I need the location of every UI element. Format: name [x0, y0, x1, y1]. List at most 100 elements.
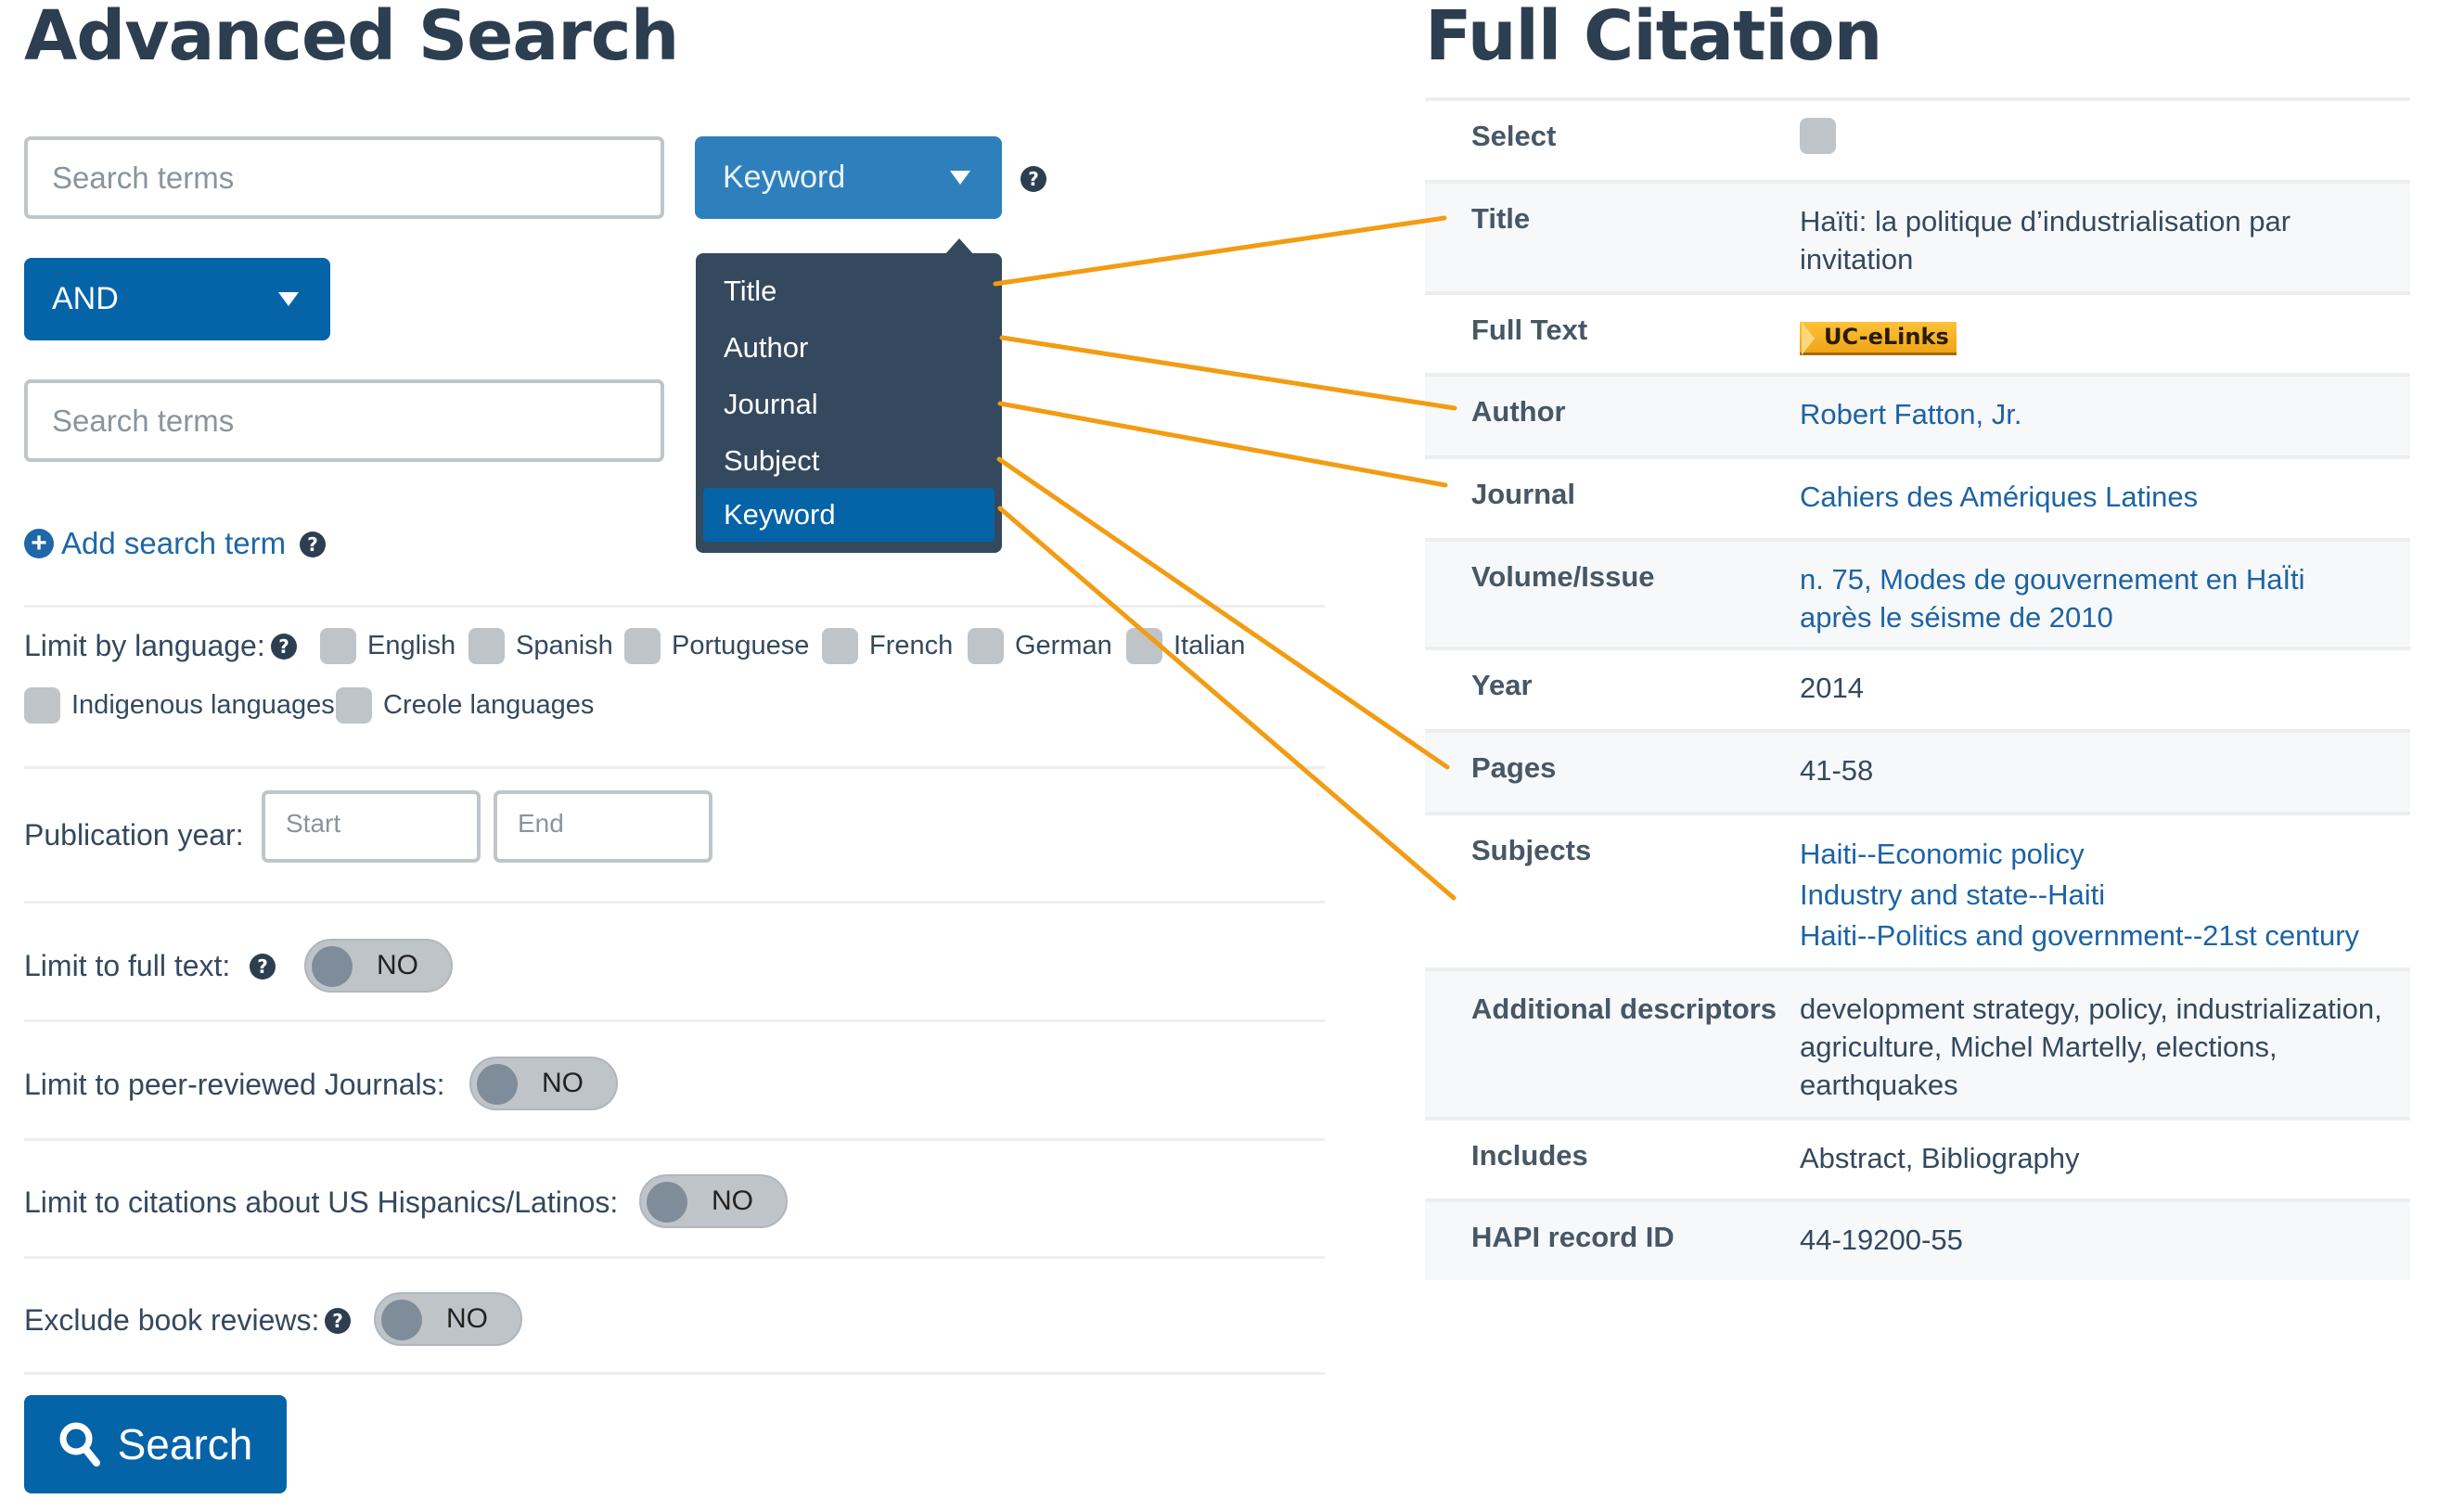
citation-row-author: Author Robert Fatton, Jr.	[1425, 373, 2410, 455]
divider	[24, 1256, 1325, 1259]
citation-key: Select	[1471, 120, 1557, 152]
toggle-state: NO	[712, 1185, 753, 1216]
uc-elinks-button[interactable]: UC-eLinks	[1800, 322, 1957, 355]
language-option-label: French	[869, 631, 954, 660]
field-select-value: Keyword	[723, 160, 846, 195]
citation-key: Full Text	[1471, 314, 1588, 346]
field-option-title[interactable]: Title	[703, 264, 995, 318]
citation-key: Additional descriptors	[1471, 993, 1777, 1025]
language-label: Limit by language:	[24, 629, 265, 662]
citation-row-journal: Journal Cahiers des Amériques Latines	[1425, 455, 2410, 538]
citation-value: development strategy, policy, industrial…	[1800, 993, 2382, 1101]
exclude-book-reviews-toggle[interactable]: NO	[374, 1292, 522, 1346]
language-option-label: Creole languages	[383, 690, 595, 720]
help-icon[interactable]: ?	[1020, 166, 1046, 192]
language-checkbox-indigenous[interactable]: Indigenous languages	[24, 687, 335, 724]
author-link[interactable]: Robert Fatton, Jr.	[1800, 395, 2382, 433]
checkbox[interactable]	[336, 687, 372, 724]
search-term-input-1[interactable]: Search terms	[24, 136, 664, 219]
language-checkbox-spanish[interactable]: Spanish	[468, 628, 613, 664]
search-button-label: Search	[117, 1420, 253, 1468]
field-option-subject[interactable]: Subject	[703, 434, 995, 488]
citation-key: Includes	[1471, 1139, 1588, 1172]
help-icon[interactable]: ?	[250, 954, 276, 980]
annotation-line-journal	[997, 401, 1448, 488]
citation-value: 2014	[1800, 672, 1864, 704]
subject-link[interactable]: Haiti--Economic policy	[1800, 834, 2382, 875]
field-select-dropdown[interactable]: Keyword	[695, 136, 1002, 219]
field-option-author[interactable]: Author	[703, 321, 995, 375]
citation-row-hapi-id: HAPI record ID 44-19200-55	[1425, 1198, 2410, 1280]
citation-key: Title	[1471, 202, 1531, 235]
citation-value: 44-19200-55	[1800, 1224, 1963, 1256]
search-term-input-2[interactable]: Search terms	[24, 379, 664, 462]
checkbox[interactable]	[1126, 628, 1162, 664]
journal-link[interactable]: Cahiers des Amériques Latines	[1800, 478, 2382, 516]
checkbox[interactable]	[968, 628, 1004, 664]
citation-row-includes: Includes Abstract, Bibliography	[1425, 1117, 2410, 1198]
citation-key: Journal	[1471, 478, 1575, 510]
citation-table: Select Title Haïti: la politique d’indus…	[1425, 97, 2410, 1280]
year-end-input[interactable]: End	[494, 790, 712, 863]
advanced-search-title: Advanced Search	[24, 0, 679, 76]
language-option-label: English	[367, 631, 456, 660]
language-checkbox-creole[interactable]: Creole languages	[336, 687, 594, 724]
toggle-knob	[647, 1182, 687, 1223]
subject-link[interactable]: Haiti--Politics and government--21st cen…	[1800, 916, 2382, 956]
annotation-line-author	[999, 335, 1457, 411]
add-search-term-label: Add search term	[61, 526, 287, 560]
subject-link[interactable]: Industry and state--Haiti	[1800, 875, 2382, 916]
citation-key: Subjects	[1471, 834, 1592, 866]
full-citation-title: Full Citation	[1425, 0, 1882, 76]
checkbox[interactable]	[822, 628, 858, 664]
search-icon	[59, 1422, 100, 1467]
checkbox[interactable]	[468, 628, 505, 664]
divider	[24, 1372, 1325, 1375]
year-start-input[interactable]: Start	[262, 790, 481, 863]
citation-row-volume-issue: Volume/Issue n. 75, Modes de gouvernemen…	[1425, 538, 2410, 647]
peer-reviewed-toggle[interactable]: NO	[469, 1057, 618, 1110]
full-text-toggle[interactable]: NO	[304, 939, 453, 993]
caret-down-icon	[278, 291, 299, 306]
citation-row-additional-descriptors: Additional descriptors development strat…	[1425, 967, 2410, 1117]
boolean-operator-select[interactable]: AND	[24, 258, 330, 340]
language-checkbox-portuguese[interactable]: Portuguese	[624, 628, 809, 664]
boolean-operator-value: AND	[52, 281, 119, 316]
hispanics-latinos-toggle[interactable]: NO	[639, 1174, 788, 1228]
volume-issue-link[interactable]: n. 75, Modes de gouvernement en HaÏti ap…	[1800, 560, 2382, 636]
help-icon[interactable]: ?	[300, 532, 326, 557]
add-search-term-link[interactable]: + Add search term	[24, 526, 286, 561]
language-checkbox-german[interactable]: German	[968, 628, 1112, 664]
plus-circle-icon: +	[24, 529, 54, 558]
language-checkbox-english[interactable]: English	[320, 628, 456, 664]
search-button[interactable]: Search	[24, 1395, 287, 1493]
language-checkbox-italian[interactable]: Italian	[1126, 628, 1245, 664]
checkbox[interactable]	[624, 628, 661, 664]
citation-key: HAPI record ID	[1471, 1221, 1675, 1253]
language-option-label: Portuguese	[672, 631, 810, 660]
dropdown-pointer	[944, 238, 974, 255]
checkbox[interactable]	[24, 687, 60, 724]
citation-row-pages: Pages 41-58	[1425, 729, 2410, 812]
field-option-journal[interactable]: Journal	[703, 378, 995, 431]
citation-value: Haïti: la politique d’industrialisation …	[1800, 205, 2291, 275]
annotation-line-additional-descriptors	[997, 506, 1456, 901]
help-icon[interactable]: ?	[325, 1308, 351, 1334]
language-option-label: German	[1015, 631, 1112, 660]
field-option-keyword[interactable]: Keyword	[703, 488, 995, 542]
citation-value: Abstract, Bibliography	[1800, 1142, 2080, 1174]
language-checkbox-french[interactable]: French	[822, 628, 953, 664]
caret-down-icon	[950, 170, 970, 185]
field-select-menu: Title Author Journal Subject Keyword	[696, 238, 1002, 553]
toggle-knob	[312, 946, 353, 987]
citation-key: Pages	[1471, 751, 1557, 784]
help-icon[interactable]: ?	[271, 634, 297, 660]
toggle-knob	[477, 1064, 518, 1105]
divider	[24, 605, 1325, 608]
toggle-state: NO	[542, 1068, 584, 1098]
checkbox[interactable]	[320, 628, 356, 664]
toggle-state: NO	[446, 1303, 488, 1334]
toggle-state: NO	[377, 950, 418, 980]
select-checkbox[interactable]	[1800, 118, 1836, 154]
citation-key: Year	[1471, 669, 1533, 701]
